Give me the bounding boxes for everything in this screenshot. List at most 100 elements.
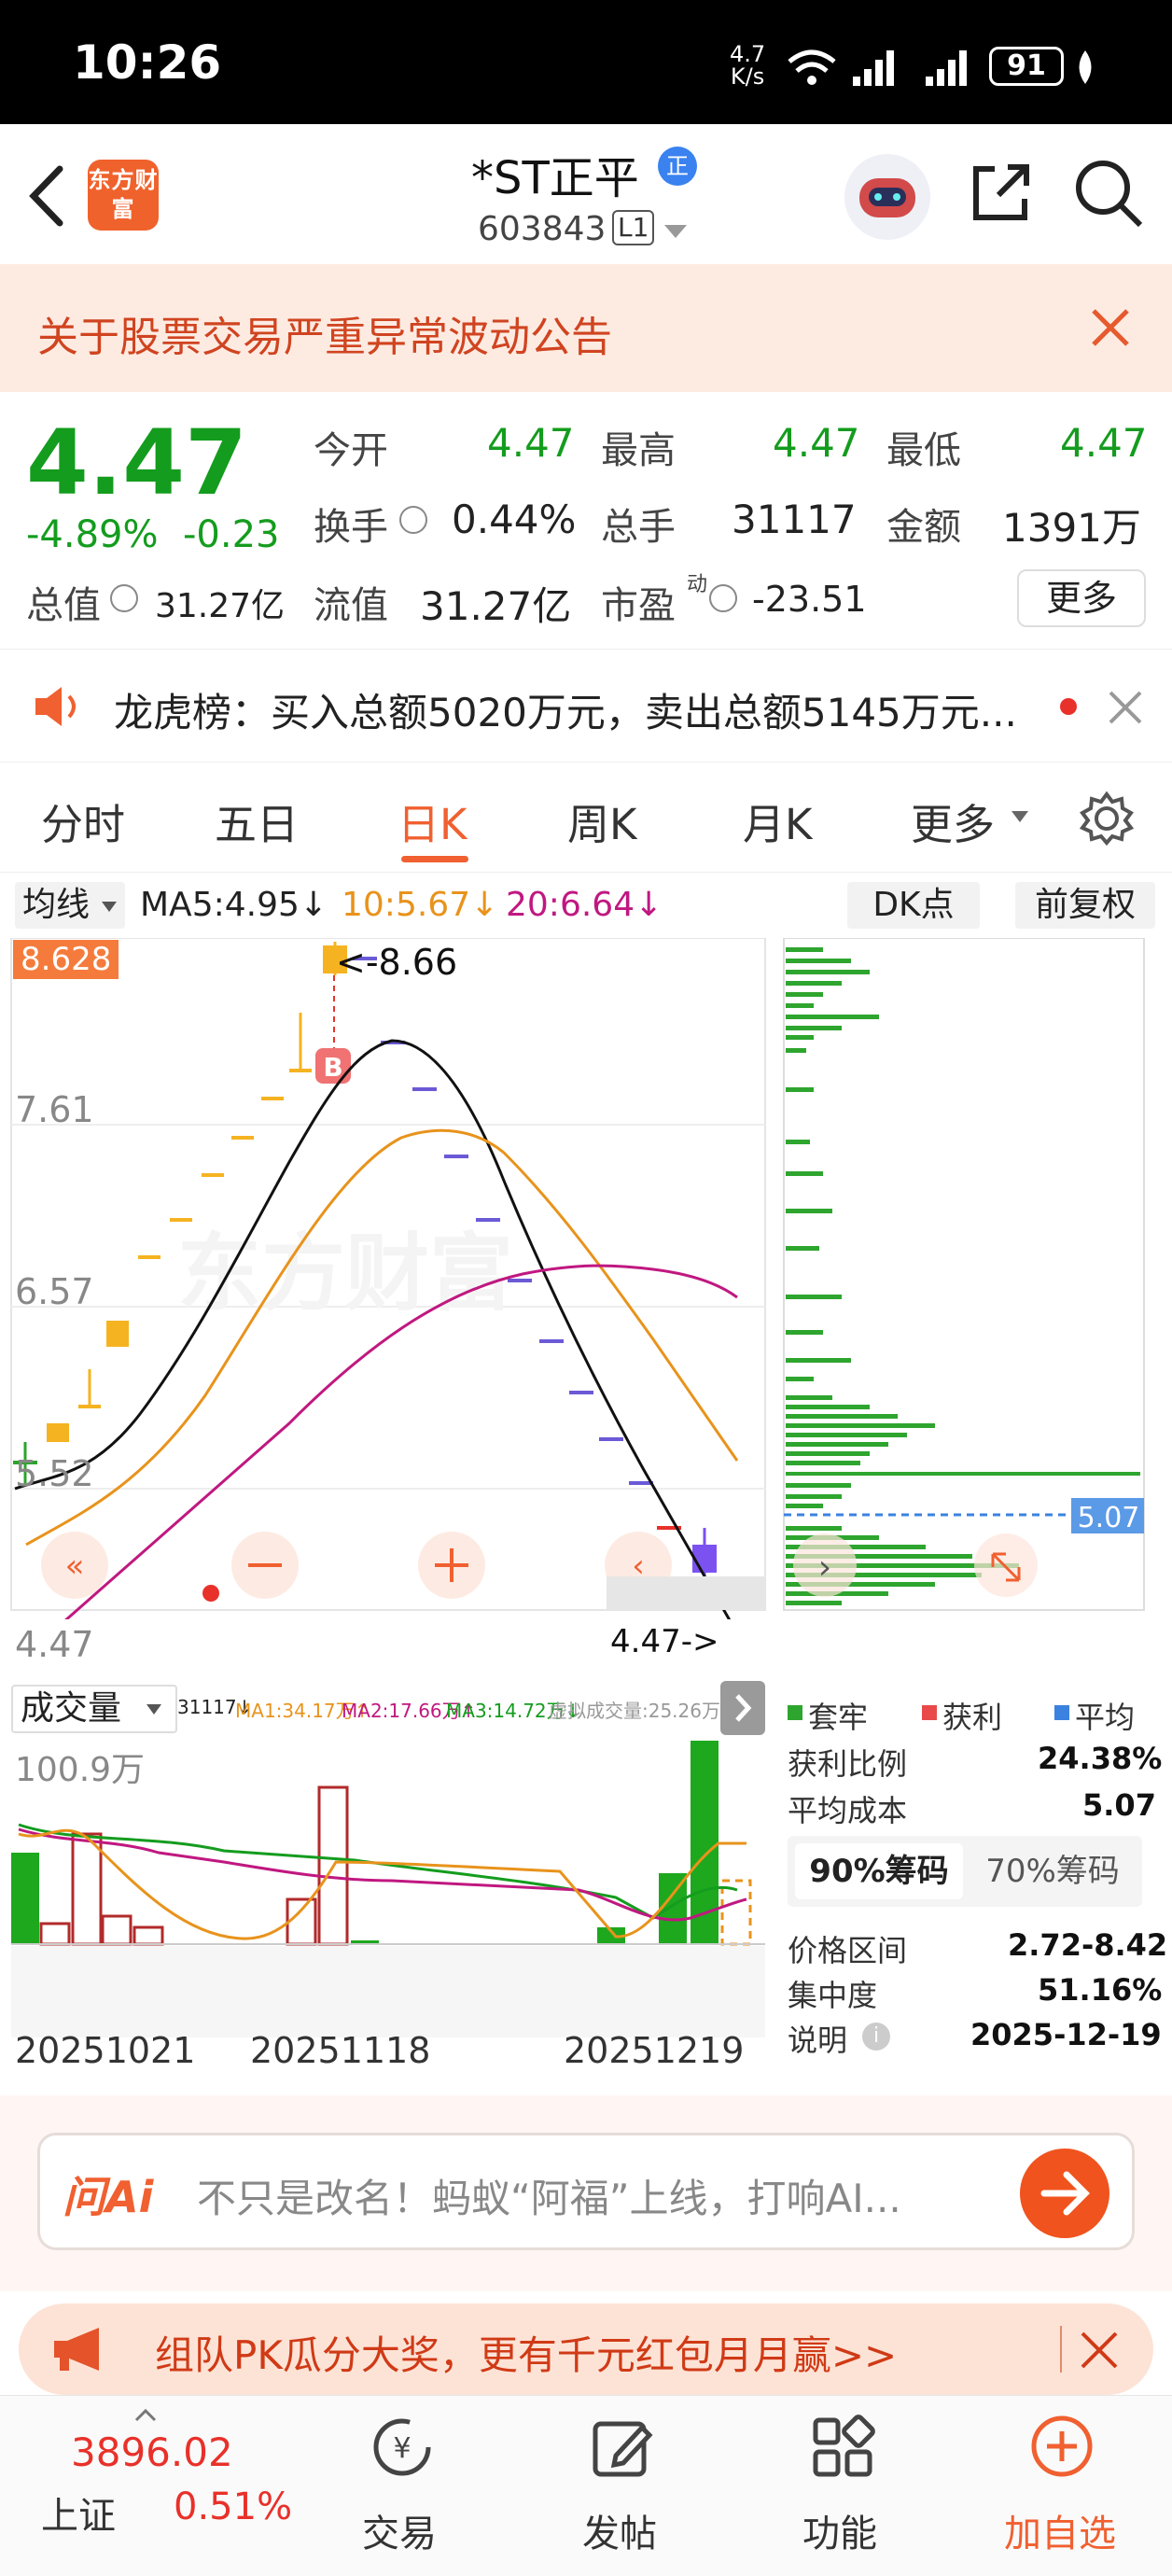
close-icon[interactable] (1079, 2330, 1120, 2371)
profit-ratio-value: 24.38% (1038, 1741, 1163, 1776)
chip-bar (786, 1423, 935, 1428)
info-icon[interactable] (110, 584, 138, 612)
dk-select[interactable]: DK点 (847, 882, 980, 929)
low-label: 最低 (886, 429, 961, 472)
concentration-label: 集中度 (788, 1978, 878, 2013)
chip-bar (786, 1526, 842, 1531)
candle-5 (138, 1255, 160, 1259)
notice-banner[interactable]: 关于股票交易严重异常波动公告 (0, 264, 1172, 392)
index-pct[interactable]: 0.51% (174, 2485, 292, 2528)
turnover-value: 0.44% (452, 497, 577, 542)
volume-select-label: 成交量 (21, 1689, 122, 1728)
chevron-down-icon[interactable] (1010, 809, 1030, 824)
chip-bar (786, 1451, 870, 1456)
chip-bar (786, 981, 842, 986)
date-tick-1: 20251021 (15, 2030, 196, 2071)
expand-button[interactable] (720, 1681, 765, 1735)
candle-10 (289, 1069, 312, 1072)
notice-text[interactable]: 关于股票交易严重异常波动公告 (37, 303, 612, 363)
vol-max: 100.9万 (15, 1751, 146, 1789)
float-value: 31.27亿 (420, 583, 572, 629)
search-icon[interactable] (1073, 158, 1144, 229)
chevron-down-icon[interactable] (663, 223, 689, 240)
svg-text:«: « (65, 1547, 85, 1585)
chip-bar (786, 1472, 1140, 1476)
chip-bar (786, 1295, 842, 1299)
kline-chart[interactable]: 东方财富 B « ‹ (0, 938, 774, 1619)
status-bar: 10:26 4.7 K/s 91 (0, 0, 1172, 124)
profit-ratio-label: 获利比例 (788, 1746, 908, 1782)
more-button[interactable]: 更多 (1017, 569, 1146, 627)
tab-90-chips[interactable]: 90%筹码 (795, 1843, 963, 1899)
index-name[interactable]: 上证 (41, 2485, 116, 2540)
tab-weekly-k[interactable]: 周K (567, 791, 637, 851)
assistant-avatar[interactable] (844, 154, 930, 240)
ai-logo: 问Ai (63, 2172, 154, 2222)
leaf-icon (1079, 50, 1092, 84)
info-icon[interactable] (709, 584, 737, 612)
level-badge[interactable]: L1 (612, 210, 655, 245)
index-value[interactable]: 3896.02 (71, 2429, 233, 2475)
concentration-value: 51.16% (1038, 1972, 1163, 2008)
trade-icon: ¥ (373, 2418, 431, 2476)
promo-banner[interactable]: 组队PK瓜分大奖，更有千元红包月月赢>> (19, 2303, 1153, 2395)
open-label: 今开 (314, 429, 388, 472)
y-tick-1: 7.61 (15, 1089, 94, 1130)
gear-icon[interactable] (1079, 791, 1135, 847)
float-label: 流值 (314, 584, 388, 627)
chip-bar (786, 1461, 860, 1465)
chip-bar (786, 1601, 842, 1605)
battery-icon: 91 (989, 47, 1064, 86)
tab-70-chips[interactable]: 70%筹码 (970, 1843, 1135, 1899)
y-tick-4: 4.47 (15, 1624, 94, 1665)
legend-avg: 平均 (1075, 1700, 1136, 1735)
ai-send-button[interactable] (1020, 2149, 1109, 2238)
chip-bar (786, 970, 870, 974)
candle-20 (599, 1437, 623, 1441)
chip-bar (786, 1483, 851, 1488)
edit-icon (593, 2421, 653, 2477)
back-icon[interactable] (26, 163, 67, 229)
candle-6 (170, 1218, 192, 1222)
promo-text[interactable]: 组队PK瓜分大奖，更有千元红包月月赢>> (155, 2324, 897, 2381)
total-value: 31.27亿 (155, 587, 286, 625)
lhb-text[interactable]: 龙虎榜：买入总额5020万元，卖出总额5145万元... (114, 681, 1017, 738)
adjust-select[interactable]: 前复权 (1015, 882, 1155, 929)
tab-five-day[interactable]: 五日 (215, 791, 299, 851)
nav-post-label: 发帖 (582, 2513, 657, 2555)
unread-dot (1060, 698, 1077, 715)
ai-section: 问Ai 不只是改名！蚂蚁“阿福”上线，打响AI... (0, 2095, 1172, 2291)
app-logo[interactable]: 东方财富 (88, 160, 159, 231)
share-icon[interactable] (967, 160, 1034, 227)
info-icon[interactable]: i (862, 2023, 890, 2051)
dragon-tiger-bar[interactable]: 龙虎榜：买入总额5020万元，卖出总额5145万元... (0, 649, 1172, 763)
wifi-icon (788, 49, 836, 85)
ai-input[interactable]: 问Ai 不只是改名！蚂蚁“阿福”上线，打响AI... (37, 2133, 1135, 2250)
chevron-down-icon (146, 1704, 161, 1715)
stock-name: *ST正平 (471, 152, 639, 204)
nav-add-label: 加自选 (1004, 2513, 1116, 2555)
chip-bar (786, 1026, 842, 1030)
apps-icon (813, 2415, 875, 2477)
chip-bar (786, 1414, 898, 1419)
note-label: 说明 (788, 2023, 848, 2058)
tab-monthly-k[interactable]: 月K (743, 791, 813, 851)
info-icon[interactable] (399, 506, 427, 534)
chip-bar (786, 1035, 814, 1040)
tab-more[interactable]: 更多 (911, 791, 995, 851)
chip-bar (786, 1087, 814, 1092)
candle-18 (539, 1339, 564, 1343)
chip-tabs: 90%筹码 70%筹码 (788, 1836, 1142, 1907)
tab-daily-k[interactable]: 日K (398, 791, 467, 851)
ai-prompt-text[interactable]: 不只是改名！蚂蚁“阿福”上线，打响AI... (197, 2167, 901, 2224)
volume-value: 31117 (732, 497, 857, 542)
chevron-up-icon[interactable] (134, 2409, 157, 2422)
close-icon[interactable] (1107, 689, 1144, 726)
open-value: 4.47 (487, 420, 575, 466)
close-icon[interactable] (1088, 305, 1133, 350)
candle-3 (78, 1405, 101, 1408)
avg-cost-label: 平均成本 (788, 1793, 908, 1828)
tab-intraday[interactable]: 分时 (41, 791, 125, 851)
chip-bar (786, 1377, 814, 1381)
candle-15 (444, 1155, 468, 1158)
